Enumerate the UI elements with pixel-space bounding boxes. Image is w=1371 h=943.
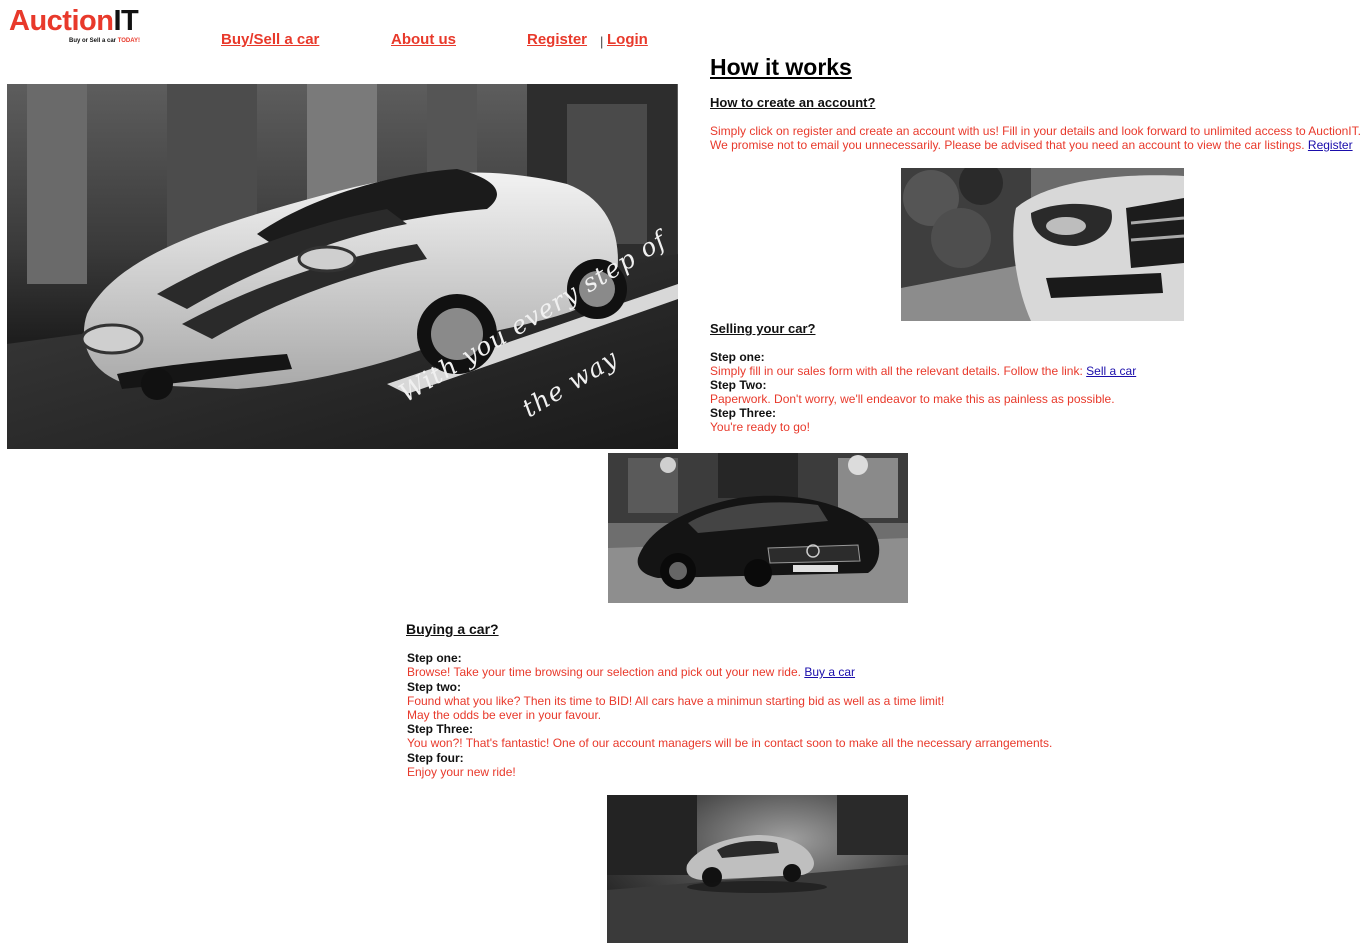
logo-wordmark: AuctionIT bbox=[9, 4, 139, 38]
buying-heading: Buying a car? bbox=[406, 621, 499, 637]
logo-auction: Auction bbox=[9, 5, 114, 37]
classic-car-photo bbox=[607, 795, 908, 943]
buying-step1-desc: Browse! Take your time browsing our sele… bbox=[407, 665, 801, 679]
selling-step2-text: Paperwork. Don't worry, we'll endeavor t… bbox=[710, 392, 1115, 406]
sedan-photo bbox=[608, 453, 908, 603]
buying-step4-label: Step four: bbox=[407, 751, 464, 765]
selling-step1-label: Step one: bbox=[710, 350, 765, 364]
logo-tagline: Buy or Sell a car TODAY! bbox=[69, 38, 140, 44]
account-heading: How to create an account? bbox=[710, 95, 876, 110]
buying-step2-text-line1: Found what you like? Then its time to BI… bbox=[407, 694, 945, 708]
account-register-link[interactable]: Register bbox=[1308, 138, 1353, 152]
selling-heading: Selling your car? bbox=[710, 321, 816, 336]
nav-about-link[interactable]: About us bbox=[391, 31, 456, 49]
buying-step1-label: Step one: bbox=[407, 651, 462, 665]
merc-front-image bbox=[901, 168, 1184, 321]
logo-tagline-text: Buy or Sell a car bbox=[69, 38, 118, 44]
selling-step3-label: Step Three: bbox=[710, 406, 777, 420]
hero-image: With you every step of the way bbox=[7, 84, 678, 449]
car-headlight-photo bbox=[901, 168, 1184, 321]
buying-step2-text-line2: May the odds be ever in your favour. bbox=[407, 708, 602, 722]
account-paragraph-line2: We promise not to email you unnecessaril… bbox=[710, 138, 1353, 152]
selling-step1-text: Simply fill in our sales form with all t… bbox=[710, 364, 1136, 378]
page-title: How it works bbox=[710, 54, 852, 80]
buying-step4-text: Enjoy your new ride! bbox=[407, 765, 516, 779]
nav-separator: | bbox=[600, 34, 604, 49]
sell-a-car-link[interactable]: Sell a car bbox=[1086, 364, 1136, 378]
logo-tagline-today: TODAY! bbox=[117, 38, 141, 44]
logo-it: IT bbox=[113, 5, 139, 37]
nav-login-link[interactable]: Login bbox=[607, 31, 648, 49]
selling-step1-desc: Simply fill in our sales form with all t… bbox=[710, 364, 1083, 378]
buying-step3-label: Step Three: bbox=[407, 722, 474, 736]
buying-step3-text: You won?! That's fantastic! One of our a… bbox=[407, 736, 1053, 750]
selling-step2-label: Step Two: bbox=[710, 378, 767, 392]
account-paragraph-text: We promise not to email you unnecessaril… bbox=[710, 138, 1305, 152]
buying-step1-text: Browse! Take your time browsing our sele… bbox=[407, 665, 855, 679]
selling-step3-text: You're ready to go! bbox=[710, 420, 810, 434]
buying-step2-label: Step two: bbox=[407, 680, 461, 694]
merc-dark-image bbox=[608, 453, 908, 603]
account-paragraph-line1: Simply click on register and create an a… bbox=[710, 124, 1361, 138]
buy-a-car-link[interactable]: Buy a car bbox=[804, 665, 855, 679]
nav-register-link[interactable]: Register bbox=[527, 31, 587, 49]
site-logo[interactable]: AuctionIT Buy or Sell a car TODAY! bbox=[9, 4, 159, 48]
nav-buy-sell-link[interactable]: Buy/Sell a car bbox=[221, 31, 319, 49]
porsche-image bbox=[607, 795, 908, 943]
